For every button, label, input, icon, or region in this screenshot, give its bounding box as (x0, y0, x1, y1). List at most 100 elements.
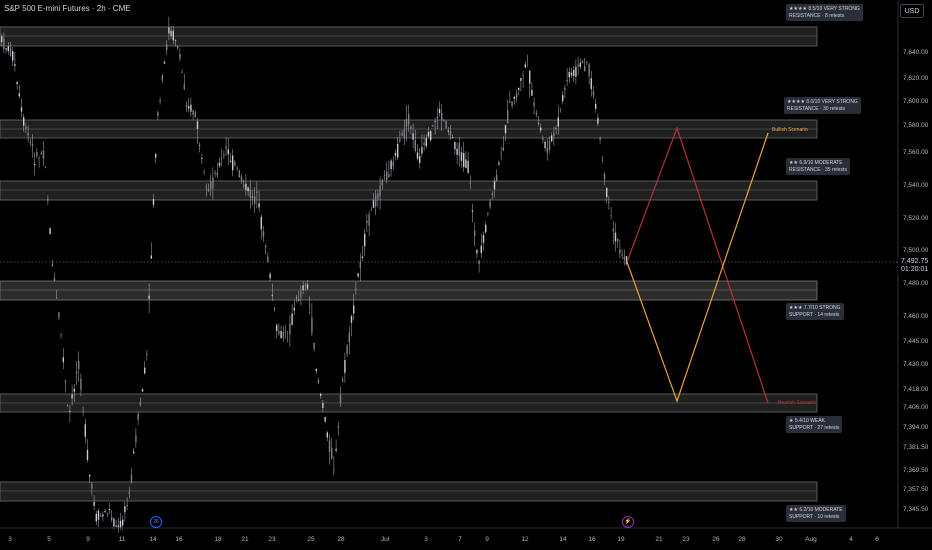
candle-body (368, 214, 370, 226)
candle-body (300, 291, 302, 297)
candle-body (370, 209, 372, 211)
candle-body (471, 210, 474, 212)
candle-body (108, 508, 111, 511)
candle-body (383, 174, 386, 176)
time-tick-label: 3 (424, 536, 428, 543)
last-price-tag: 7,492.75 01:20:01 (898, 257, 932, 275)
candle-body (256, 191, 258, 194)
candle-body (581, 61, 584, 63)
candle-body (476, 249, 478, 254)
zone-label-support-1[interactable]: ★★★ 7.7/10 STRONG SUPPORT · 14 retests (786, 303, 844, 320)
candle-body (548, 140, 551, 150)
candle-body (170, 30, 172, 36)
candle-body (390, 160, 392, 170)
candle-body (441, 112, 443, 120)
candle-body (172, 30, 174, 41)
candle-body (102, 514, 104, 517)
candle-body (271, 295, 273, 296)
price-tick-label: 7,520.00 (903, 215, 929, 222)
candle-body (177, 45, 179, 48)
zone-support-3[interactable] (0, 481, 818, 502)
zone-label-resistance-top[interactable]: ★★★★ 8.5/10 VERY STRONG RESISTANCE · 8 r… (786, 4, 863, 21)
zone-label-resistance-3[interactable]: ★★ 6.9/10 MODERATE RESISTANCE · 35 retes… (786, 158, 850, 175)
candle-body (5, 48, 7, 50)
zone-label-resistance-2[interactable]: ★★★★ 8.0/10 VERY STRONG RESISTANCE · 30 … (784, 97, 861, 114)
bearish-scenario-label: Bearish Scenario (778, 400, 817, 406)
candle-body (339, 395, 342, 404)
candle-body (592, 91, 595, 96)
candle-body (359, 261, 361, 268)
candle-body (573, 69, 575, 77)
zone-resistance-top[interactable] (0, 26, 818, 47)
candle-body (608, 202, 610, 203)
zone-label-support-3[interactable]: ★★ 6.2/10 MODERATE SUPPORT · 10 retests (786, 505, 846, 522)
candle-body (183, 84, 185, 90)
candle-body (617, 238, 619, 242)
candle-body (434, 121, 436, 122)
candle-body (410, 126, 412, 129)
candle-body (280, 331, 282, 339)
candle-body (526, 58, 529, 60)
candle-body (62, 357, 64, 363)
candle-body (331, 447, 333, 459)
candle-body (555, 128, 557, 129)
candle-body (106, 512, 108, 514)
candle-body (20, 107, 23, 112)
currency-button[interactable]: USD (900, 4, 924, 18)
time-tick-label: 16 (175, 536, 183, 543)
candle-body (234, 162, 236, 165)
candle-body (436, 117, 438, 118)
candle-body (227, 149, 229, 155)
price-chart[interactable]: 7,640.00 7,620.00 7,600.00 7,580.00 7,560.00… (0, 0, 932, 550)
candle-body (16, 82, 18, 85)
candle-body (146, 353, 148, 355)
candle-body (126, 505, 128, 506)
candle-body (80, 379, 82, 390)
candle-body (328, 440, 331, 452)
symbol-title[interactable]: S&P 500 E-mini Futures · 2h · CME (4, 4, 131, 13)
candle-body (346, 345, 348, 355)
candle-body (498, 162, 500, 165)
candle-body (342, 379, 344, 382)
candle-body (122, 519, 124, 526)
candle-body (504, 125, 507, 134)
candle-body (623, 256, 625, 260)
time-tick-label: 23 (682, 536, 690, 543)
time-tick-label: 26 (712, 536, 720, 543)
economic-event-icon[interactable]: 26 (150, 516, 162, 528)
candle-body (69, 411, 71, 412)
candle-body (577, 64, 579, 67)
candle-body (38, 158, 40, 159)
candle-body (465, 159, 467, 169)
time-tick-label: 19 (617, 536, 625, 543)
candle-body (84, 424, 86, 437)
candle-body (128, 492, 130, 494)
zone-support-1[interactable] (0, 280, 818, 301)
candle-body (161, 75, 163, 81)
candle-body (29, 142, 31, 143)
candle-body (53, 277, 56, 281)
candle-body (304, 284, 306, 286)
candle-body (36, 152, 38, 157)
candle-body (438, 108, 441, 114)
candle-body (381, 179, 383, 186)
zone-resistance-3[interactable] (0, 180, 818, 201)
candle-body (194, 112, 196, 118)
earnings-event-icon[interactable]: ⚡ (622, 516, 634, 528)
candle-body (416, 152, 419, 159)
candle-body (493, 181, 496, 190)
candle-body (579, 62, 581, 67)
candle-body (64, 380, 67, 382)
candle-body (265, 245, 267, 248)
candle-body (366, 221, 368, 223)
candle-body (291, 313, 293, 326)
candle-body (229, 160, 232, 162)
candle-body (564, 87, 566, 90)
candle-body (333, 469, 335, 471)
zone-label-support-2[interactable]: ★ 5.4/10 WEAK SUPPORT · 27 retests (786, 416, 843, 433)
candle-body (595, 103, 597, 109)
candle-body (133, 451, 135, 454)
candle-body (414, 140, 416, 151)
candle-body (225, 146, 227, 149)
candle-body (601, 158, 603, 160)
